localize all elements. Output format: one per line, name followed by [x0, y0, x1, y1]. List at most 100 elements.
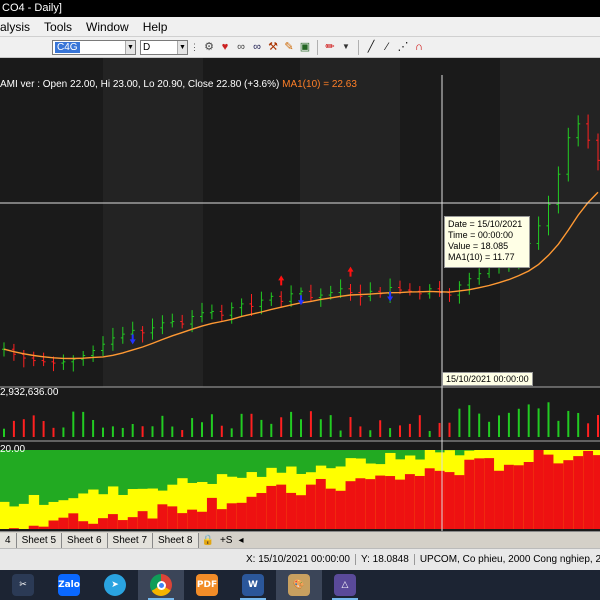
crosshair-tooltip: Date = 15/10/2021 Time = 00:00:00 Value … [444, 216, 530, 268]
menu-help[interactable]: Help [136, 20, 175, 34]
dashed-line-icon[interactable]: ⋰ [396, 40, 410, 54]
tab-sheet-7[interactable]: Sheet 7 [107, 532, 154, 548]
osc-red-bar [444, 472, 455, 529]
chart-icon[interactable]: ▣ [298, 40, 312, 54]
osc-red-bar [414, 475, 426, 529]
magnet-icon[interactable]: ∩ [412, 40, 426, 54]
taskbar-amibroker[interactable]: △ [322, 570, 368, 600]
chevron-left-icon[interactable]: ◂ [235, 535, 246, 546]
tooltip-value: Value = 18.085 [448, 241, 509, 251]
tab-sheet-5[interactable]: Sheet 5 [16, 532, 63, 548]
palette-icon: 🎨 [288, 574, 310, 596]
volume-series [3, 402, 599, 437]
lock-icon[interactable]: 🔒 [199, 535, 217, 546]
volume-bar [52, 427, 55, 437]
osc-red-bar [296, 495, 307, 529]
osc-red-bar [464, 459, 475, 529]
osc-red-bar [256, 493, 267, 529]
dropdown-icon[interactable]: ▼ [339, 40, 353, 54]
volume-bar [319, 419, 322, 437]
tab-sheet-4[interactable]: 4 [0, 532, 17, 548]
volume-bar [507, 412, 510, 437]
volume-bar [577, 412, 580, 437]
interval-value: D [143, 41, 151, 53]
hammer-icon[interactable]: ⚒ [266, 40, 280, 54]
heart-icon[interactable]: ♥ [218, 40, 232, 54]
taskbar-foxit-pdf[interactable]: PDF [184, 570, 230, 600]
osc-red-bar [494, 470, 505, 529]
taskbar-snipping-tool[interactable]: ✂ [0, 570, 46, 600]
taskbar-chrome[interactable] [138, 570, 184, 600]
interval-combo[interactable]: D ▼ [140, 39, 188, 55]
taskbar-paint[interactable]: 🎨 [276, 570, 322, 600]
chart-area[interactable] [0, 58, 600, 531]
osc-red-bar [187, 509, 198, 529]
line-tool-icon[interactable]: ╱ [364, 40, 378, 54]
osc-red-bar [325, 488, 337, 529]
osc-red-bar [177, 513, 188, 529]
taskbar-word[interactable]: W [230, 570, 276, 600]
volume-bar [300, 419, 302, 437]
volume-bar [12, 420, 15, 437]
volume-bar [478, 413, 481, 437]
quote-info-line: AMI ver : Open 22.00, Hi 23.00, Lo 20.90… [0, 79, 357, 90]
osc-red-bar [385, 476, 396, 529]
volume-bar [181, 430, 184, 437]
osc-red-bar [375, 475, 386, 529]
osc-red-bar [137, 511, 149, 529]
volume-bar [270, 423, 273, 437]
taskbar-telegram[interactable]: ➤ [92, 570, 138, 600]
sheet-controls[interactable]: +S [217, 535, 236, 546]
osc-red-bar [68, 513, 79, 529]
glasses-icon[interactable]: ∞ [234, 40, 248, 54]
menu-bar: alysis Tools Window Help [0, 17, 600, 37]
volume-bar [557, 420, 560, 437]
volume-bar [468, 405, 471, 437]
scissors-icon: ✂ [12, 574, 34, 596]
osc-red-bar [484, 458, 495, 529]
settings-icon[interactable]: ⚙ [202, 40, 216, 54]
osc-red-bar [206, 497, 218, 529]
binoculars-icon[interactable]: ∞ [250, 40, 264, 54]
osc-red-bar [127, 517, 139, 529]
menu-tools[interactable]: Tools [37, 20, 79, 34]
quote-info-text: AMI ver : Open 22.00, Hi 23.00, Lo 20.90… [0, 79, 280, 90]
osc-red-bar [523, 462, 535, 529]
menu-window[interactable]: Window [79, 20, 136, 34]
volume-bar [92, 419, 95, 437]
symbol-combo[interactable]: C4G ▼ [52, 39, 136, 55]
pen-icon[interactable]: ✏ [323, 40, 337, 54]
osc-red-bar [315, 478, 327, 529]
ray-tool-icon[interactable]: ⁄ [380, 40, 394, 54]
osc-yellow-bar [0, 501, 10, 529]
osc-red-bar [513, 465, 525, 529]
menu-analysis[interactable]: alysis [0, 20, 37, 34]
volume-bar [537, 408, 540, 437]
chevron-down-icon[interactable]: ▼ [177, 40, 187, 54]
cursor-date-label: 15/10/2021 00:00:00 [442, 372, 533, 386]
tooltip-time: Time = 00:00:00 [448, 230, 513, 240]
sheet-tabs: 4 Sheet 5 Sheet 6 Sheet 7 Sheet 8 🔒 +S ◂ [0, 531, 600, 548]
osc-red-bar [167, 506, 178, 529]
osc-red-bar [117, 520, 129, 529]
volume-bar [339, 430, 342, 437]
osc-red-bar [266, 485, 277, 529]
toolbar-divider [317, 39, 318, 55]
osc-red-bar [503, 464, 515, 529]
status-y: Y: 18.0848 [354, 554, 414, 565]
window-title: CO4 - Daily] [0, 0, 600, 17]
osc-red-bar [583, 450, 594, 529]
volume-bar [587, 423, 590, 437]
osc-red-bar [454, 475, 465, 529]
taskbar-zalo[interactable]: Zalo [46, 570, 92, 600]
tab-sheet-6[interactable]: Sheet 6 [62, 532, 108, 548]
tooltip-ma: MA1(10) = 11.77 [448, 252, 515, 262]
osc-red-bar [216, 509, 228, 529]
status-bar: X: 15/10/2021 00:00:00 Y: 18.0848 UPCOM,… [0, 548, 600, 570]
osc-red-bar [276, 484, 287, 529]
tab-sheet-8[interactable]: Sheet 8 [153, 532, 199, 548]
chevron-down-icon[interactable]: ▼ [125, 40, 135, 54]
pin-icon[interactable]: ✎ [282, 40, 296, 54]
price-chart[interactable] [0, 58, 600, 531]
volume-bar [151, 426, 154, 437]
